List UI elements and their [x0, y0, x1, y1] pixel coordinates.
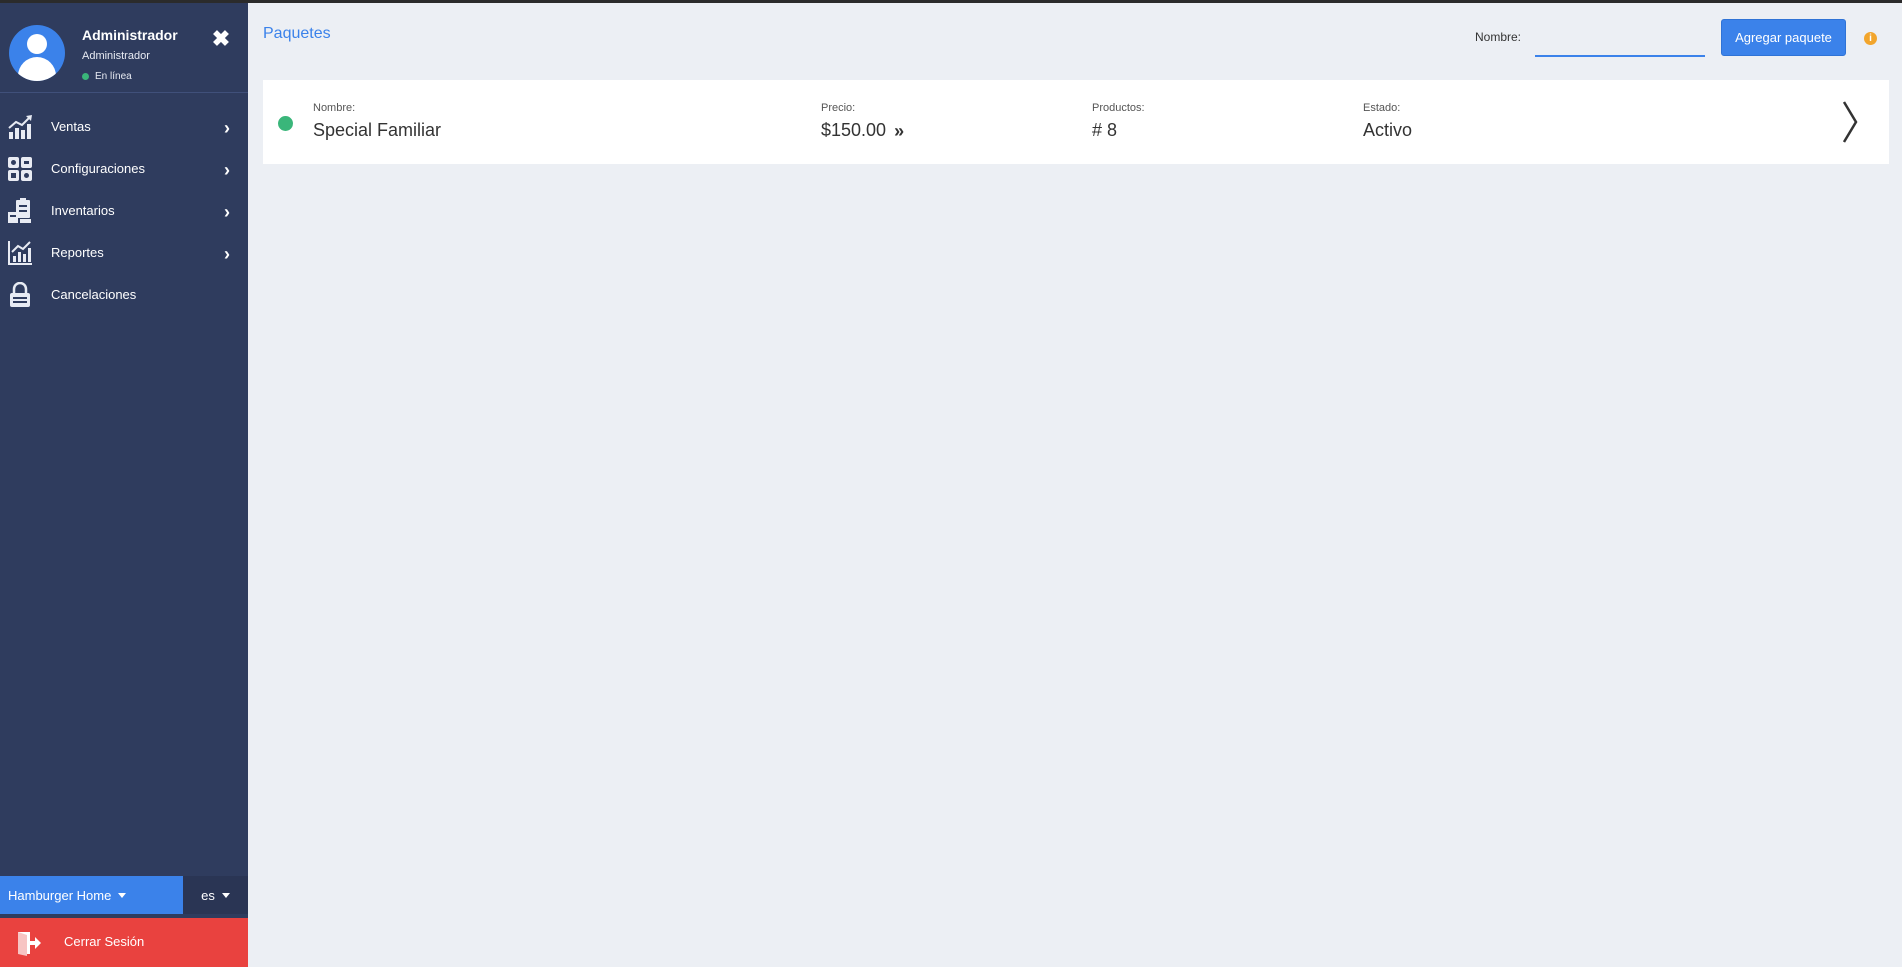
- user-profile: Administrador Administrador En línea ✖: [0, 3, 248, 93]
- sidebar-item-label: Ventas: [51, 118, 91, 134]
- package-price-label: Precio:: [821, 102, 856, 114]
- package-products-label: Productos:: [1092, 102, 1145, 114]
- package-row[interactable]: Nombre: Special Familiar Precio: $150.00…: [263, 80, 1889, 164]
- sidebar-item-label: Inventarios: [51, 202, 115, 218]
- lock-icon: [10, 282, 30, 307]
- add-package-button[interactable]: Agregar paquete: [1721, 19, 1846, 56]
- main-content: Paquetes Nombre: Agregar paquete i Nombr…: [248, 3, 1902, 967]
- sidebar-item-configuraciones[interactable]: Configuraciones ›: [0, 147, 248, 189]
- caret-down-icon: [118, 892, 127, 898]
- chevron-right-icon: ›: [224, 244, 230, 264]
- sidebar-item-ventas[interactable]: Ventas ›: [0, 105, 248, 147]
- sidebar-nav: Ventas › Configuraciones › Inventarios ›…: [0, 105, 248, 315]
- package-price-value: $150.00: [821, 120, 887, 140]
- chevron-right-icon[interactable]: [1840, 98, 1860, 146]
- sidebar-item-cancelaciones[interactable]: Cancelaciones: [0, 273, 248, 315]
- package-name-field: Nombre: Special Familiar: [313, 102, 441, 141]
- logout-label: Cerrar Sesión: [64, 934, 145, 949]
- package-status-label: Estado:: [1363, 102, 1401, 114]
- chevron-right-icon: ›: [224, 202, 230, 222]
- double-chevron-right-icon[interactable]: »: [894, 121, 904, 142]
- branch-label: Hamburger Home: [8, 887, 112, 903]
- sidebar-item-label: Cancelaciones: [51, 286, 137, 302]
- logout-door-icon: [18, 932, 41, 956]
- package-status-field: Estado: Activo: [1363, 102, 1412, 141]
- package-status-value: Activo: [1363, 120, 1413, 140]
- profile-name: Administrador: [82, 27, 178, 43]
- profile-role: Administrador: [82, 50, 150, 62]
- profile-status: En línea: [82, 71, 132, 82]
- page-title: Paquetes: [263, 25, 331, 42]
- package-products-value: # 8: [1092, 120, 1118, 140]
- filter-name-input[interactable]: [1535, 21, 1705, 57]
- reports-chart-icon: [8, 241, 32, 265]
- language-dropdown[interactable]: es: [183, 876, 248, 914]
- branch-dropdown[interactable]: Hamburger Home: [0, 876, 183, 914]
- online-status-dot: [82, 73, 89, 80]
- logout-button[interactable]: Cerrar Sesión: [0, 918, 248, 967]
- status-label: En línea: [95, 71, 132, 82]
- chevron-right-icon: ›: [224, 160, 230, 180]
- sidebar-item-inventarios[interactable]: Inventarios ›: [0, 189, 248, 231]
- package-name-value: Special Familiar: [313, 120, 442, 140]
- info-icon[interactable]: i: [1864, 32, 1877, 45]
- inventory-icon: [8, 198, 31, 223]
- package-price-field: Precio: $150.00 »: [821, 102, 904, 142]
- package-name-label: Nombre:: [313, 102, 356, 114]
- sidebar-item-label: Configuraciones: [51, 160, 145, 176]
- language-label: es: [201, 887, 215, 903]
- chevron-right-icon: ›: [224, 118, 230, 138]
- caret-down-icon: [221, 892, 230, 898]
- close-icon[interactable]: ✖: [210, 28, 232, 50]
- sidebar-item-reportes[interactable]: Reportes ›: [0, 231, 248, 273]
- sidebar: Administrador Administrador En línea ✖ V…: [0, 3, 248, 967]
- sidebar-item-label: Reportes: [51, 244, 104, 260]
- package-status-dot: [278, 116, 293, 131]
- grid-settings-icon: [8, 157, 32, 181]
- filter-name-label: Nombre:: [1475, 30, 1522, 44]
- user-avatar-icon: [9, 25, 65, 81]
- package-products-field: Productos: # 8: [1092, 102, 1145, 141]
- sales-chart-icon: [8, 115, 32, 139]
